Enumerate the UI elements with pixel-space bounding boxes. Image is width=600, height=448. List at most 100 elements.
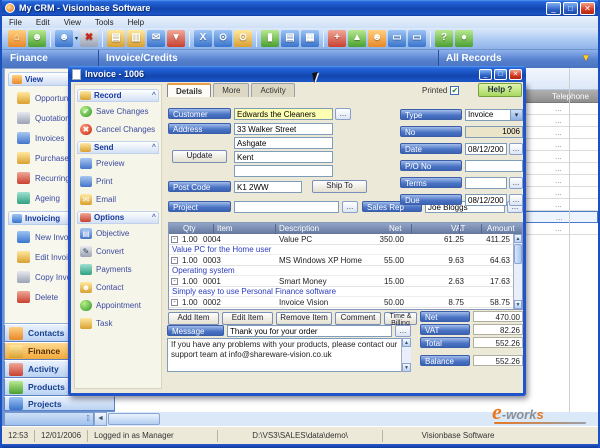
postcode-input[interactable] [234, 181, 302, 193]
open-folder-icon[interactable]: ▤ [107, 30, 125, 47]
group-send[interactable]: Send ^ [77, 141, 159, 154]
due-date-input[interactable] [465, 194, 507, 206]
sync-computer-icon[interactable]: ▭ [388, 30, 406, 47]
update-button[interactable]: Update [172, 150, 227, 163]
help-button[interactable]: Help ? [478, 83, 522, 97]
row-collapse-icon[interactable]: - [171, 299, 178, 306]
item-row[interactable]: - 1.000003 MS Windows XP Home... 55.009.… [169, 255, 522, 266]
date-input[interactable] [465, 143, 507, 155]
items-scrollbar[interactable]: ▲ ▼ [513, 234, 522, 309]
sidebar-resize-corner[interactable]: ⁞⁞ [4, 412, 94, 426]
delete-record-icon[interactable]: ✖ [80, 30, 98, 47]
scroll-thumb[interactable] [514, 244, 522, 264]
item-row[interactable]: - 1.000002 Invoice Vision... 50.008.75 5… [169, 297, 522, 308]
payments-button[interactable]: Payments [77, 260, 159, 278]
hscroll-left-icon[interactable]: ◄ [94, 412, 107, 426]
chart-icon[interactable]: ▮ [261, 30, 279, 47]
collapse-record-icon[interactable]: ^ [152, 92, 156, 99]
menu-help[interactable]: Help [121, 18, 151, 27]
remote-computer-icon[interactable]: ▭ [408, 30, 426, 47]
po-no-input[interactable] [465, 160, 523, 172]
help-icon[interactable]: ? [435, 30, 453, 47]
dialog-minimize-button[interactable]: _ [479, 69, 492, 80]
printed-checkbox[interactable]: ✔ [450, 86, 459, 95]
scroll-down-icon[interactable]: ▼ [402, 363, 411, 372]
cancel-changes-button[interactable]: ✖ Cancel Changes [77, 120, 159, 138]
dialog-close-button[interactable]: ✕ [509, 69, 522, 80]
filter-icon[interactable]: ▼ [167, 30, 185, 47]
search-icon[interactable]: ⊙ [234, 30, 252, 47]
new-record-dropdown-icon[interactable]: ▾ [75, 35, 78, 42]
row-collapse-icon[interactable]: - [171, 278, 178, 285]
export-excel-icon[interactable]: X [194, 30, 212, 47]
save-changes-button[interactable]: ✔ Save Changes [77, 102, 159, 120]
records-filter-icon[interactable]: ▼ [580, 53, 592, 65]
task-button[interactable]: Task [77, 314, 159, 332]
map-icon[interactable]: ▲ [348, 30, 366, 47]
tab-details[interactable]: Details [167, 83, 211, 97]
calendar-icon[interactable]: ▦ [301, 30, 319, 47]
contacts-icon[interactable]: ☻ [28, 30, 46, 47]
collapse-send-icon[interactable]: ^ [152, 144, 156, 151]
scroll-up-icon[interactable]: ▲ [402, 338, 411, 347]
terms-lookup-button[interactable]: ... [509, 177, 523, 189]
group-contacts-icon[interactable]: ☻ [368, 30, 386, 47]
tab-more[interactable]: More [213, 83, 249, 97]
email-card-icon[interactable]: ✉ [147, 30, 165, 47]
date-picker-button[interactable]: ... [509, 143, 523, 155]
hscroll-thumb[interactable] [108, 413, 160, 425]
type-select[interactable]: Invoice ▾ [465, 109, 523, 121]
group-options[interactable]: Options ^ [77, 211, 159, 224]
project-input[interactable] [234, 201, 339, 213]
comment-button[interactable]: Comment [335, 312, 381, 325]
col-description[interactable]: Description [279, 224, 319, 233]
report-icon[interactable]: ▤ [281, 30, 299, 47]
row-collapse-icon[interactable]: - [171, 257, 178, 264]
web-icon[interactable]: ● [455, 30, 473, 47]
message-lookup-button[interactable]: ... [395, 325, 411, 337]
scroll-up-icon[interactable]: ▲ [514, 234, 522, 243]
menu-tools[interactable]: Tools [88, 18, 121, 27]
notes-icon[interactable]: ▥ [127, 30, 145, 47]
item-row[interactable]: - 1.000001 Smart Money... 15.002.63 17.6… [169, 276, 522, 287]
type-dropdown-icon[interactable]: ▾ [510, 110, 522, 120]
tools-icon[interactable]: + [328, 30, 346, 47]
dialog-maximize-button[interactable]: □ [494, 69, 507, 80]
address-line1-input[interactable] [234, 123, 333, 135]
menu-view[interactable]: View [57, 18, 88, 27]
maximize-button[interactable]: □ [563, 2, 578, 15]
new-record-icon[interactable]: ☻ [55, 30, 73, 47]
grid-column-telephone[interactable]: Telephone [552, 92, 589, 101]
add-item-button[interactable]: Add Item [168, 312, 219, 325]
address-line4-input[interactable] [234, 165, 333, 177]
col-qty[interactable]: Qty [183, 224, 195, 233]
col-amount[interactable]: Amount [487, 224, 515, 233]
message-body-textarea[interactable]: If you have any problems with your produ… [167, 338, 411, 372]
collapse-options-icon[interactable]: ^ [152, 214, 156, 221]
due-date-picker-button[interactable]: ... [509, 194, 523, 206]
menu-edit[interactable]: Edit [29, 18, 57, 27]
col-item[interactable]: Item [217, 224, 233, 233]
message-scrollbar[interactable]: ▲ ▼ [401, 338, 411, 372]
terms-input[interactable] [465, 177, 507, 189]
company-icon[interactable]: ⌂ [8, 30, 26, 47]
email-button[interactable]: ✉ Email [77, 190, 159, 208]
menu-file[interactable]: File [2, 18, 29, 27]
edit-item-button[interactable]: Edit Item [222, 312, 273, 325]
convert-button[interactable]: ✎ Convert [77, 242, 159, 260]
tab-activity[interactable]: Activity [251, 83, 294, 97]
col-net[interactable]: Net [389, 224, 401, 233]
customer-input[interactable] [234, 108, 333, 120]
nav-projects[interactable]: Projects [4, 396, 115, 411]
minimize-button[interactable]: _ [546, 2, 561, 15]
address-line3-input[interactable] [234, 151, 333, 163]
find-contacts-icon[interactable]: ⊙ [214, 30, 232, 47]
row-collapse-icon[interactable]: - [171, 236, 178, 243]
contact-button[interactable]: ☻ Contact [77, 278, 159, 296]
preview-button[interactable]: Preview [77, 154, 159, 172]
ship-to-button[interactable]: Ship To [312, 180, 367, 193]
message-input[interactable] [227, 325, 392, 337]
close-button[interactable]: ✕ [580, 2, 595, 15]
scroll-down-icon[interactable]: ▼ [514, 300, 522, 309]
time-billing-button[interactable]: Time & Billing [384, 312, 417, 325]
